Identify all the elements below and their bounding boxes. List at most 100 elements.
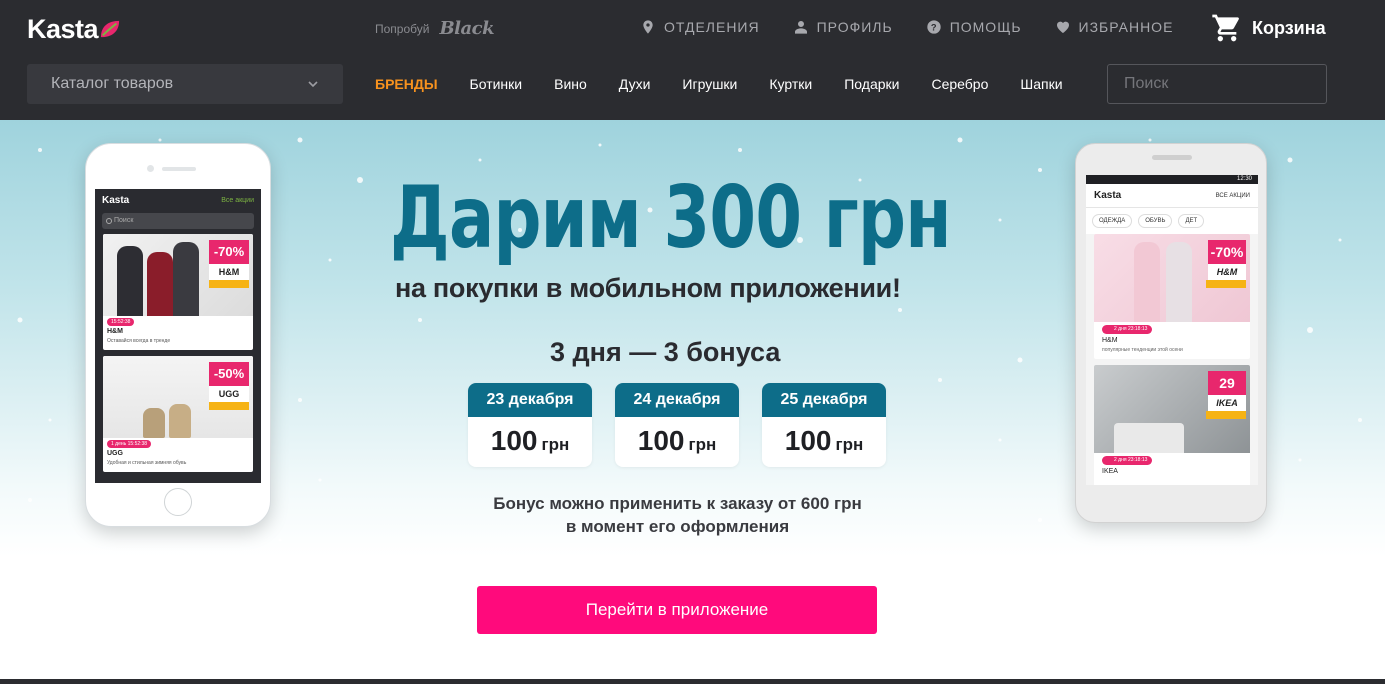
banner-headline: Дарим 300 грн — [390, 168, 952, 268]
bonus-amount: 100 грн — [615, 417, 739, 457]
model-figure — [1166, 242, 1192, 322]
chip-clothing: ОДЕЖДА — [1092, 214, 1133, 228]
category-hats[interactable]: Шапки — [1020, 76, 1062, 92]
brand-badge: H&M — [209, 264, 249, 280]
search-input[interactable] — [1124, 75, 1331, 93]
heart-icon — [1056, 21, 1069, 33]
catalog-label: Каталог товаров — [51, 75, 174, 92]
category-toys[interactable]: Игрушки — [682, 76, 737, 92]
iphone-mockup: Kasta Все акции Поиск -70% H&M 15:52:38 … — [85, 143, 271, 527]
bonus-card-1: 23 декабря 100 грн — [468, 383, 592, 467]
category-nav: БРЕНДЫ Ботинки Вино Духи Игрушки Куртки … — [375, 76, 1095, 92]
kasta-logo[interactable]: Kasta — [27, 14, 121, 45]
sale-badge: -70% — [209, 240, 249, 264]
product-card: -70% H&M 15:52:38 H&M Оставайся всегда в… — [103, 234, 253, 350]
nav-help-label: ПОМОЩЬ — [949, 19, 1022, 35]
logo-text: Kasta — [27, 14, 99, 44]
bottom-divider — [0, 679, 1385, 684]
best-price-badge — [209, 402, 249, 410]
bonus-currency: грн — [541, 435, 570, 454]
nav-branches[interactable]: ОТДЕЛЕНИЯ — [640, 19, 760, 35]
promo-timer: 15:52:38 — [107, 318, 135, 326]
try-text: Попробуй — [375, 21, 430, 36]
cart-label: Корзина — [1252, 17, 1326, 38]
category-brands[interactable]: БРЕНДЫ — [375, 76, 438, 92]
open-app-button[interactable]: Перейти в приложение — [477, 586, 877, 634]
model-figure — [147, 252, 173, 316]
product-image: -50% UGG — [103, 356, 253, 438]
product-desc: популярные тенденции этой осени — [1102, 347, 1183, 353]
cart-icon — [1212, 14, 1239, 42]
bonus-value: 100 — [490, 425, 538, 456]
category-gifts[interactable]: Подарки — [844, 76, 899, 92]
category-boots[interactable]: Ботинки — [470, 76, 523, 92]
nav-favorites[interactable]: ИЗБРАННОЕ — [1055, 19, 1174, 35]
nav-profile[interactable]: ПРОФИЛЬ — [793, 19, 893, 35]
chip-shoes: ОБУВЬ — [1138, 214, 1173, 228]
app-logo: Kasta — [102, 194, 130, 206]
category-jackets[interactable]: Куртки — [769, 76, 812, 92]
best-price-badge — [1206, 411, 1246, 419]
phone-speaker — [162, 167, 196, 171]
try-black-promo[interactable]: Попробуй Black — [375, 18, 495, 39]
bonus-card-2: 24 декабря 100 грн — [615, 383, 739, 467]
nav-profile-label: ПРОФИЛЬ — [816, 19, 893, 35]
nav-branches-label: ОТДЕЛЕНИЯ — [664, 19, 760, 35]
brand-badge: IKEA — [1208, 395, 1246, 411]
location-pin-icon — [643, 20, 653, 34]
top-nav: ОТДЕЛЕНИЯ ПРОФИЛЬ ? ПОМОЩЬ ИЗБРАННОЕ — [640, 19, 1206, 35]
cart-button[interactable]: Корзина — [1211, 12, 1326, 44]
banner-days: 3 дня — 3 бонуса — [550, 337, 781, 367]
category-chips: ОДЕЖДА ОБУВЬ ДЕТ — [1086, 208, 1258, 234]
model-figure — [173, 242, 199, 316]
product-name: UGG — [107, 450, 123, 457]
chip-kids: ДЕТ — [1178, 214, 1205, 228]
all-promos-link: ВСЕ АКЦИИ — [1215, 192, 1250, 199]
app-logo: Kasta — [1094, 190, 1122, 201]
bonus-date: 24 декабря — [615, 383, 739, 417]
chevron-down-icon — [308, 81, 318, 88]
model-figure — [1134, 242, 1160, 322]
phone-camera — [147, 165, 154, 172]
brand-badge: H&M — [1208, 264, 1246, 280]
category-silver[interactable]: Серебро — [931, 76, 988, 92]
site-header: Kasta Попробуй Black ОТДЕЛЕНИЯ ПРОФИЛЬ ?… — [0, 0, 1385, 120]
product-name: H&M — [1102, 337, 1118, 344]
bonus-date: 25 декабря — [762, 383, 886, 417]
app-search: Поиск — [102, 213, 254, 229]
product-desc: Оставайся всегда в тренде — [107, 338, 171, 344]
bonus-value: 100 — [784, 425, 832, 456]
product-image: 29 IKEA — [1094, 365, 1250, 453]
sale-badge: -50% — [209, 362, 249, 386]
bonus-note-line1: Бонус можно применить к заказу от 600 гр… — [493, 494, 862, 513]
brand-badge: UGG — [209, 386, 249, 402]
category-wine[interactable]: Вино — [554, 76, 587, 92]
product-image: -70% H&M — [103, 234, 253, 316]
promo-timer: 2 дня 23:18:13 — [1102, 325, 1153, 334]
category-perfume[interactable]: Духи — [619, 76, 651, 92]
nav-help[interactable]: ? ПОМОЩЬ — [926, 19, 1022, 35]
model-figure — [117, 246, 143, 316]
sofa-figure — [1114, 423, 1184, 453]
product-name: H&M — [107, 328, 123, 335]
boot-figure — [169, 404, 191, 438]
status-bar: 12:30 — [1086, 175, 1258, 184]
product-card: 29 IKEA 2 дня 23:18:13 IKEA — [1094, 365, 1250, 485]
best-price-badge — [209, 280, 249, 288]
android-mockup: 12:30 Kasta ВСЕ АКЦИИ ОДЕЖДА ОБУВЬ ДЕТ -… — [1075, 143, 1267, 523]
black-brand: Black — [439, 18, 495, 39]
catalog-dropdown[interactable]: Каталог товаров — [27, 64, 343, 104]
nav-favorites-label: ИЗБРАННОЕ — [1078, 19, 1174, 35]
bonus-amount: 100 грн — [468, 417, 592, 457]
sale-badge: -70% — [1208, 240, 1246, 264]
phone-speaker — [1152, 155, 1192, 160]
promo-timer: 2 дня 23:18:13 — [1102, 456, 1153, 465]
bonus-note-line2: в момент его оформления — [565, 517, 790, 536]
product-card: -70% H&M 2 дня 23:18:13 H&M популярные т… — [1094, 234, 1250, 359]
phone-screen: 12:30 Kasta ВСЕ АКЦИИ ОДЕЖДА ОБУВЬ ДЕТ -… — [1086, 175, 1258, 485]
search-box — [1107, 64, 1331, 104]
boot-figure — [143, 408, 165, 438]
product-desc: Удобная и стильная зимняя обувь — [107, 460, 187, 466]
bonus-date: 23 декабря — [468, 383, 592, 417]
app-bar: Kasta Все акции — [95, 189, 261, 211]
